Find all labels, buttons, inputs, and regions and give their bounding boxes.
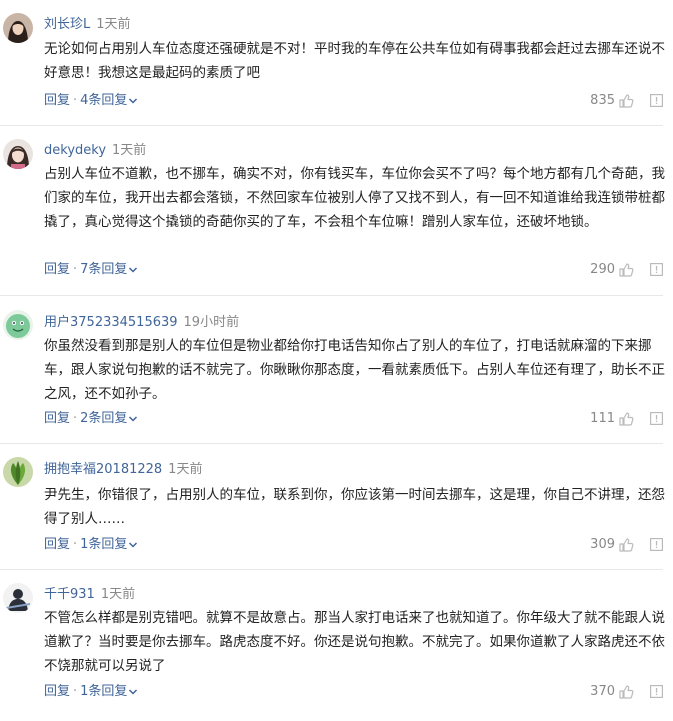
report-icon[interactable]: [650, 685, 663, 698]
chevron-down-icon: [129, 415, 138, 422]
comment-meta: 刘长珍L 1天前: [44, 16, 131, 33]
comment-time: 19小时前: [183, 315, 240, 330]
report-icon[interactable]: [650, 94, 663, 107]
chevron-down-icon: [129, 541, 138, 548]
comment-time: 1天前: [168, 462, 203, 477]
replies-count-label: 1条回复: [80, 537, 128, 552]
comment-actions: 回复 · 7条回复: [44, 261, 138, 278]
like-count: 370: [590, 684, 615, 699]
comment-text: 不管怎么样都是别克错吧。就算不是故意占。那当人家打电话来了也就知道了。你年级大了…: [44, 610, 665, 674]
divider: [0, 569, 663, 570]
report-icon[interactable]: [650, 538, 663, 551]
like-count: 111: [590, 411, 615, 426]
comment-text: 无论如何占用别人车位态度还强硬就是不对！平时我的车停在公共车位如有碍事我都会赶过…: [44, 41, 665, 81]
avatar[interactable]: [3, 583, 33, 613]
comment-actions: 回复 · 1条回复: [44, 683, 138, 700]
view-replies-button[interactable]: 1条回复: [80, 684, 138, 699]
avatar[interactable]: [3, 457, 33, 487]
reply-button[interactable]: 回复: [44, 684, 70, 699]
comment-meta: 千千931 1天前: [44, 586, 135, 603]
reply-button[interactable]: 回复: [44, 537, 70, 552]
thumbs-up-icon[interactable]: [618, 262, 634, 278]
comment-meta: dekydeky 1天前: [44, 142, 146, 159]
comment-username[interactable]: 千千931: [44, 587, 95, 602]
thumbs-up-icon[interactable]: [618, 93, 634, 109]
replies-count-label: 7条回复: [80, 262, 128, 277]
comment-time: 1天前: [112, 143, 147, 158]
reply-button[interactable]: 回复: [44, 262, 70, 277]
avatar[interactable]: [3, 13, 33, 43]
view-replies-button[interactable]: 1条回复: [80, 537, 138, 552]
comment-username[interactable]: dekydeky: [44, 143, 106, 158]
thumbs-up-icon[interactable]: [618, 684, 634, 700]
chevron-down-icon: [129, 266, 138, 273]
view-replies-button[interactable]: 7条回复: [80, 262, 138, 277]
thumbs-up-icon[interactable]: [618, 537, 634, 553]
divider: [0, 125, 663, 126]
avatar[interactable]: [3, 139, 33, 169]
comment-actions: 回复 · 1条回复: [44, 536, 138, 553]
thumbs-up-icon[interactable]: [618, 411, 634, 427]
report-icon[interactable]: [650, 263, 663, 276]
report-icon[interactable]: [650, 412, 663, 425]
comment-time: 1天前: [100, 587, 136, 602]
avatar[interactable]: [3, 310, 33, 340]
comment-text: 尹先生，你错很了，占用别人的车位，联系到你，你应该第一时间去挪车，这是理，你自己…: [44, 487, 665, 527]
comment-username[interactable]: 拥抱幸福20181228: [44, 462, 162, 477]
reply-button[interactable]: 回复: [44, 93, 70, 108]
comment-time: 1天前: [96, 17, 131, 32]
comment-username[interactable]: 刘长珍L: [44, 17, 90, 32]
divider: [0, 443, 663, 444]
chevron-down-icon: [129, 97, 138, 104]
view-replies-button[interactable]: 2条回复: [80, 411, 138, 426]
comment-text: 你虽然没看到那是别人的车位但是物业都给你打电话告知你占了别人的车位了，打电话就麻…: [44, 338, 665, 402]
reply-button[interactable]: 回复: [44, 411, 70, 426]
comment-meta: 用户3752334515639 19小时前: [44, 314, 239, 331]
comment-actions: 回复 · 4条回复: [44, 92, 138, 109]
replies-count-label: 4条回复: [80, 93, 128, 108]
like-count: 309: [590, 537, 615, 552]
comment-actions: 回复 · 2条回复: [44, 410, 138, 427]
like-count: 290: [590, 262, 615, 277]
divider: [0, 295, 663, 296]
comment-username[interactable]: 用户3752334515639: [44, 315, 178, 330]
view-replies-button[interactable]: 4条回复: [80, 93, 138, 108]
replies-count-label: 2条回复: [80, 411, 128, 426]
chevron-down-icon: [129, 688, 138, 695]
comment-text: 占别人车位不道歉，也不挪车，确实不对，你有钱买车，车位你会买不了吗？每个地方都有…: [44, 166, 665, 230]
replies-count-label: 1条回复: [80, 684, 128, 699]
comment-meta: 拥抱幸福20181228 1天前: [44, 461, 202, 478]
like-count: 835: [590, 93, 615, 108]
